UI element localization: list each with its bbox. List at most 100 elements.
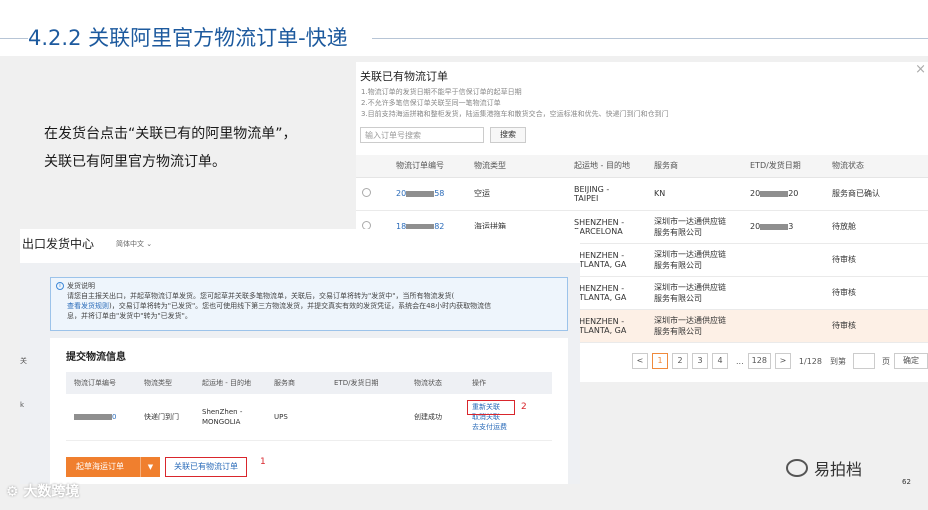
next-page-button[interactable]: > [774,353,791,369]
language-selector[interactable]: 简体中文 ⌄ [116,239,152,249]
dialog-note: 3.目前支持海运拼箱和整柜发货，陆运集港拖车和散货交合，空运标准和优先、快递门到… [361,110,669,118]
table-header-row: 物流订单编号 物流类型 起运地 - 目的地 服务商 ETD/发货日期 物流状态 [356,155,928,178]
draft-sea-order-button[interactable]: 起草海运订单 ▼ [66,457,160,477]
column-header: 物流状态 [826,155,928,178]
masked-digits [406,190,435,197]
watermark-left: ⚙ 大数跨境 [6,484,80,500]
column-header: 服务商 [648,155,744,178]
page-button-2[interactable]: 2 [672,353,688,369]
provider: 深圳市一达通供应链 服务有限公司 [648,210,744,244]
column-header: 操作 [464,372,552,394]
notice-line: 息，并将订单由"发货中"转为"已发货"。 [67,312,192,320]
dialog-title: 关联已有物流订单 [360,70,448,83]
pagination: < 1 2 3 4 ... 128 > 1/128 到第 页 确定 [632,353,928,369]
page-count: 1/128 [798,356,822,366]
sidebar-fragment: 关 k [20,357,27,409]
status: 创建成功 [406,394,464,441]
status: 待审核 [826,309,928,343]
prev-page-button[interactable]: < [632,353,648,369]
slide-title: 4.2.2 关联阿里官方物流订单-快递 [28,26,348,50]
logistics-type: 快递门到门 [136,394,194,441]
route: SHENZHEN - ATLANTA, GA [568,276,648,310]
route: SHENZHEN - ATLANTA, GA [568,309,648,343]
dialog-notes: 1.物流订单的发货日期不能早于信保订单的起草日期 2.不允许多笔信保订单关联至同… [361,87,669,120]
status: 服务商已确认 [826,177,928,211]
instruction-text: 在发货台点击“关联已有的阿里物流单”， 关联已有阿里官方物流订单。 [44,120,344,176]
pager-ellipsis: ... [736,356,744,366]
chevron-down-icon[interactable]: ▼ [140,457,160,477]
etd-date [744,276,826,310]
pay-freight-button[interactable]: 去支付运费 [472,422,552,432]
close-icon[interactable]: × [915,62,926,77]
provider: 深圳市一达通供应链 服务有限公司 [648,309,744,343]
column-header: 物流类型 [468,155,568,178]
wechat-icon [786,459,808,477]
instruction-line-1: 在发货台点击“关联已有的阿里物流单”， [44,126,297,142]
section-title: 提交物流信息 [66,352,126,363]
route: SHENZHEN - BARCELONA [568,210,648,244]
goto-confirm-button[interactable]: 确定 [893,353,928,369]
notice-line: 查看发货规则)，交易订单将转为"已发货"。您也可使用线下第三方物流发货，并提交真… [67,302,492,310]
etd-date: 20 3 [744,210,826,244]
column-header: 物流状态 [406,372,464,394]
etd-date: 20 20 [744,177,826,211]
status: 待审核 [826,243,928,277]
route: SHENZHEN - ATLANTA, GA [568,243,648,277]
logistics-type: 空运 [468,177,568,211]
page-button-4[interactable]: 4 [712,353,728,369]
panel-topbar: 出口发货中心 简体中文 ⌄ [20,229,576,263]
logo-icon: ⚙ [6,484,24,500]
search-button[interactable]: 搜索 [490,127,526,143]
select-column-header [356,155,390,178]
column-header: ETD/发货日期 [744,155,826,178]
dialog-note: 1.物流订单的发货日期不能早于信保订单的起草日期 [361,88,522,96]
route: BEIJING - TAIPEI [568,177,648,211]
page-button-last[interactable]: 128 [747,353,771,369]
row-radio[interactable] [362,188,371,197]
shipping-center-panel: 出口发货中心 简体中文 ⌄ 关 k i 发货说明 请您自主报关出口，并起草物流订… [20,229,580,484]
goto-label: 到第 [829,356,846,366]
column-header: 服务商 [266,372,326,394]
page-button-1[interactable]: 1 [652,353,668,369]
column-header: 起运地 - 目的地 [194,372,266,394]
provider: 深圳市一达通供应链 服务有限公司 [648,276,744,310]
step-marker-2: 2 [521,402,527,412]
etd-date [744,309,826,343]
title-rule [0,38,28,39]
chevron-down-icon: ⌄ [146,240,153,248]
app-title: 出口发货中心 [22,237,95,251]
order-search-input[interactable]: 输入订单号搜索 [360,127,484,143]
dialog-note: 2.不允许多笔信保订单关联至同一笔物流订单 [361,99,501,107]
order-number[interactable]: 20 58 [390,177,468,211]
shipping-rules-link[interactable]: 查看发货规则 [67,302,109,310]
title-rule-right [372,38,928,39]
page-number: 62 [902,478,911,486]
column-header: 物流订单编号 [66,372,136,394]
etd-date [326,394,406,441]
info-icon: i [56,282,64,290]
column-header: ETD/发货日期 [326,372,406,394]
relate-existing-order-link[interactable]: 关联已有物流订单 [165,457,247,477]
watermark-right: 易拍档 [786,456,862,480]
column-header: 物流类型 [136,372,194,394]
masked-digits [760,223,789,230]
relink-highlight-box [467,400,515,415]
column-header: 物流订单编号 [390,155,468,178]
table-header-row: 物流订单编号 物流类型 起运地 - 目的地 服务商 ETD/发货日期 物流状态 … [66,372,552,394]
order-number: 0 [66,394,136,441]
shipping-notice: i 发货说明 请您自主报关出口，并起草物流订单发货。您可起草并关联多笔物流单，关… [50,277,568,331]
table-row[interactable]: 20 58 空运 BEIJING - TAIPEI KN 20 20 服务商已确认 [356,177,928,211]
status: 待审核 [826,276,928,310]
masked-digits [760,190,789,197]
column-header: 起运地 - 目的地 [568,155,648,178]
page-unit-label: 页 [881,356,890,366]
instruction-line-2: 关联已有阿里官方物流订单。 [44,154,226,170]
status: 待放舱 [826,210,928,244]
step-marker-1: 1 [260,457,266,467]
provider: UPS [266,394,326,441]
goto-page-input[interactable] [852,353,875,369]
page-button-3[interactable]: 3 [692,353,708,369]
notice-line: 请您自主报关出口，并起草物流订单发货。您可起草并关联多笔物流单，关联后，交易订单… [67,292,455,300]
provider: 深圳市一达通供应链 服务有限公司 [648,243,744,277]
etd-date [744,243,826,277]
